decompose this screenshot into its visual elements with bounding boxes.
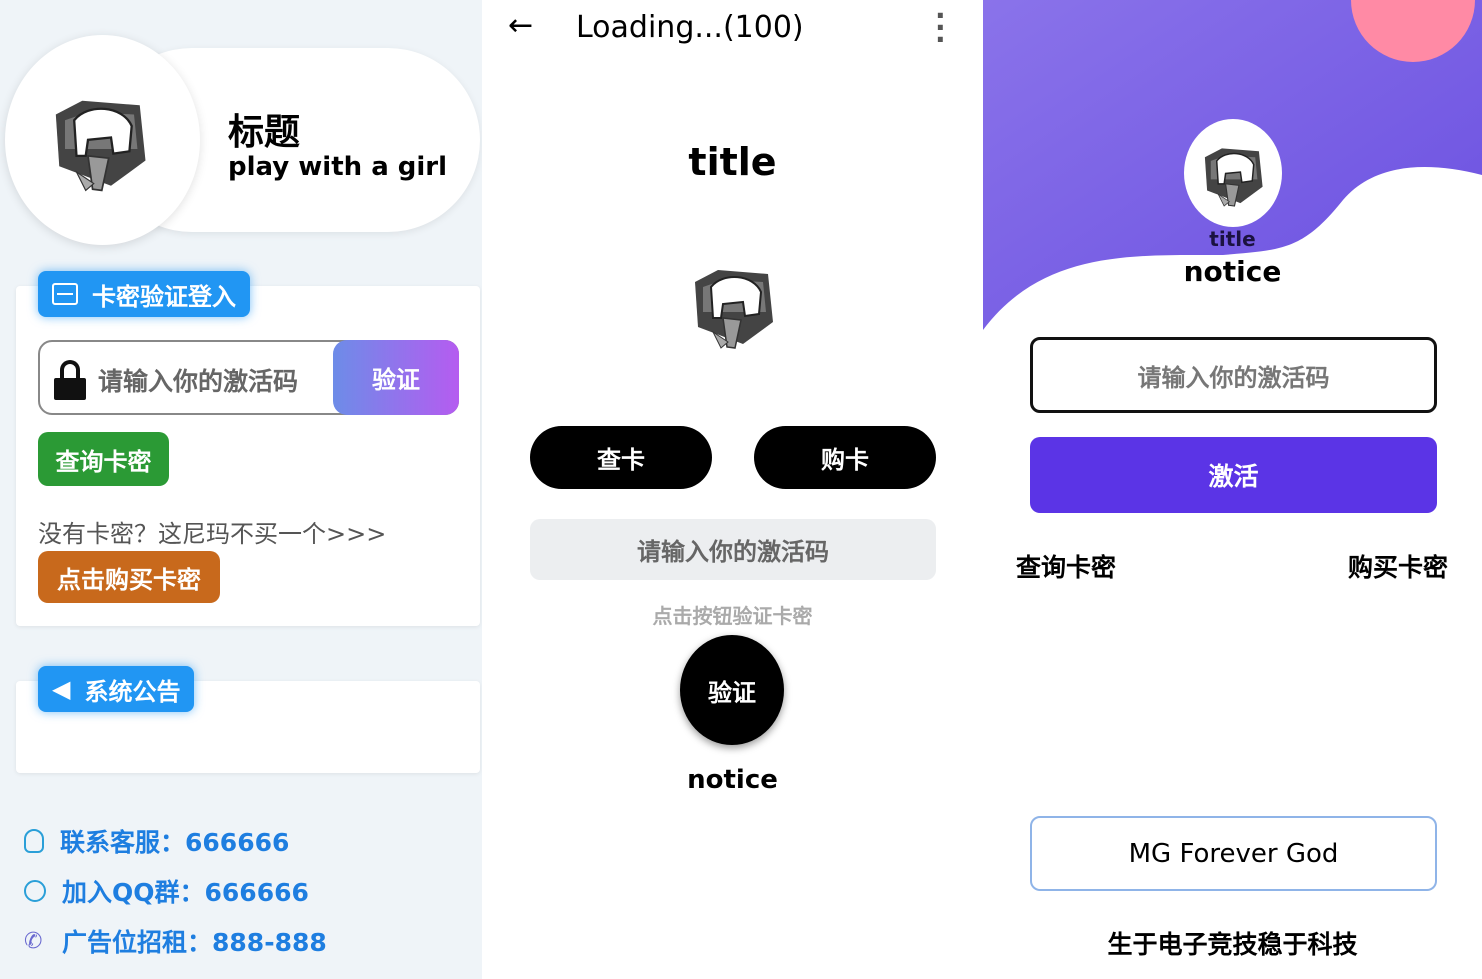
notice-section-title: 系统公告 [84,677,181,706]
app-subtitle: play with a girl [228,152,448,182]
logo-image [37,80,162,195]
contact-service[interactable]: 联系客服：666666 [24,823,289,859]
loading-panel: ← Loading...(100) · · · title 查卡 购卡 请输入你的激… [483,0,982,979]
activation-input[interactable]: 请输入你的激活码 [530,519,936,580]
back-arrow-icon[interactable]: ← [508,8,533,43]
activation-panel: title notice 请输入你的激活码 激活 查询卡密 购买卡密 MG Fo… [983,0,1482,979]
contact-ads[interactable]: ✆ 广告位招租：888-888 [24,923,327,959]
contact-value: 888-888 [212,928,327,957]
contact-label: 联系客服： [60,828,186,857]
notice-text: notice [1183,255,1282,288]
activation-input[interactable]: 请输入你的激活码 [1030,337,1437,413]
page-title: title [688,140,777,184]
notice-text: notice [687,765,778,795]
query-card-link[interactable]: 查询卡密 [1016,548,1116,584]
toolbar-title: Loading...(100) [576,10,804,45]
app-title: title [1209,227,1256,251]
logo-image [683,252,783,352]
slogan: 生于电子竞技稳于科技 [1107,930,1358,959]
verify-button[interactable]: 验证 [680,635,784,745]
contact-value: 666666 [185,828,290,857]
card-icon [52,283,78,305]
headset-icon [24,880,46,902]
contact-label: 广告位招租： [62,928,213,957]
contact-qq-group[interactable]: 加入QQ群：666666 [24,873,309,909]
buy-card-link[interactable]: 购买卡密 [1348,548,1448,584]
buy-card-button[interactable]: 购卡 [754,426,936,489]
notice-section-tag: ◀︎ 系统公告 [38,666,195,712]
more-options-icon[interactable]: · · · [935,2,946,54]
login-section-tag: 卡密验证登入 [38,271,250,317]
check-card-button[interactable]: 查卡 [530,426,712,489]
avatar [5,35,200,245]
activate-button[interactable]: 激活 [1030,437,1437,513]
input-placeholder: 请输入你的激活码 [98,367,299,396]
qq-penguin-icon [24,829,44,853]
card-login-panel: 标题 play with a girl 卡密验证登入 请输入你的激活码 验证 查… [0,0,482,979]
speaker-icon: ◀︎ [52,675,71,703]
buy-hint: 没有卡密？这尼玛不买一个>>> [38,520,387,548]
login-section-title: 卡密验证登入 [92,282,236,311]
avatar [1184,119,1282,227]
query-card-button[interactable]: 查询卡密 [38,432,169,486]
buy-card-button[interactable]: 点击购买卡密 [38,551,220,603]
unlock-icon [54,360,88,400]
verify-button[interactable]: 验证 [333,340,459,415]
app-title: 标题 [228,112,301,153]
verify-hint: 点击按钮验证卡密 [652,604,813,628]
logo-image [1196,135,1270,209]
footer-button[interactable]: MG Forever God [1030,816,1437,891]
phone-icon: ✆ [24,928,43,954]
contact-value: 666666 [204,878,309,907]
contact-label: 加入QQ群： [62,878,205,907]
